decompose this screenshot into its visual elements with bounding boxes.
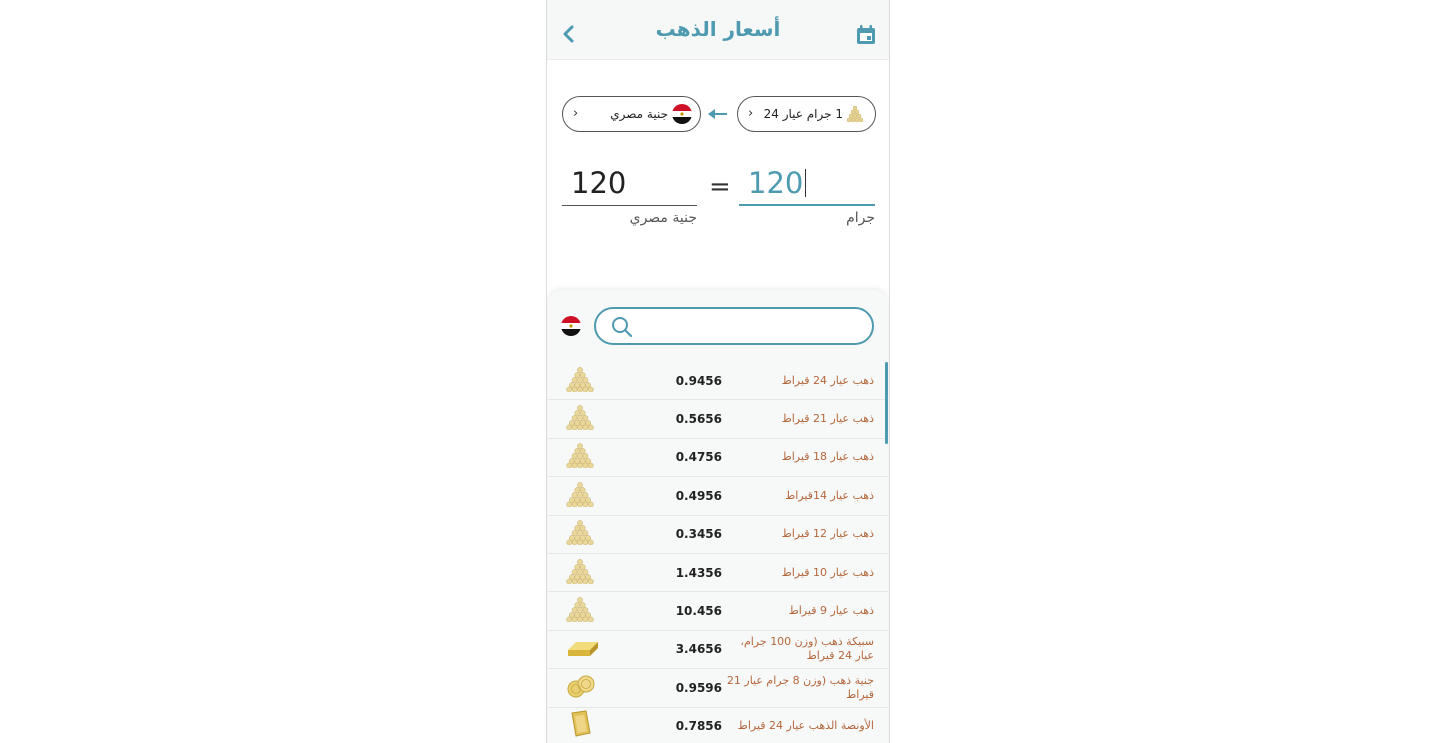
gold-pile-icon: [566, 442, 594, 472]
text-caret: [805, 169, 807, 197]
calendar-icon: [857, 25, 875, 44]
amount-input[interactable]: 120: [739, 166, 875, 206]
item-price: 0.5656: [675, 412, 722, 427]
list-item[interactable]: 0.5656 ذهب عيار 21 قيراط: [548, 400, 888, 439]
item-name: ذهب عيار 10 قيراط: [781, 565, 874, 579]
to-currency-selector[interactable]: › جنية مصري: [562, 96, 701, 132]
gold-pile-icon: [566, 481, 594, 511]
egypt-flag-icon[interactable]: [561, 316, 581, 340]
item-price: 0.7856: [675, 719, 722, 734]
gold-pile-icon: [566, 519, 594, 549]
arrow-left-icon: [708, 109, 727, 119]
chevron-left-icon: [563, 25, 574, 43]
converted-amount: 120: [562, 166, 697, 206]
app-screen: أسعار الذهب › 1 جرام عيار 24 › جنية مصري…: [546, 0, 890, 743]
gold-pile-icon: [566, 366, 594, 396]
gold-pile-icon: [566, 558, 594, 588]
item-price: 0.4756: [675, 450, 722, 465]
from-unit-label: 1 جرام عيار 24: [763, 107, 843, 121]
item-name: ذهب عيار 24 قيراط: [781, 373, 874, 387]
list-item[interactable]: 1.4356 ذهب عيار 10 قيراط: [548, 554, 888, 593]
item-price: 0.9596: [675, 680, 722, 695]
gold-pile-icon: [845, 104, 865, 128]
item-name: ذهب عيار 9 قيراط: [788, 604, 874, 618]
calendar-button[interactable]: [855, 24, 877, 46]
list-item[interactable]: 10.456 ذهب عيار 9 قيراط: [548, 592, 888, 631]
egypt-flag-icon: [672, 104, 692, 128]
item-price: 0.9456: [675, 373, 722, 388]
list-item[interactable]: 0.4956 ذهب عيار 14قيراط: [548, 477, 888, 516]
gold-pile-icon: [566, 404, 594, 434]
scrollbar[interactable]: [885, 362, 888, 444]
output-unit-label: جنية مصري: [629, 210, 697, 226]
gold-bar-icon: [566, 636, 600, 662]
item-name: سبيكة ذهب (وزن 100 جرام، عيار 24 قيراط: [740, 635, 874, 663]
gold-coins-icon: [566, 674, 596, 702]
list-item[interactable]: 0.9456 ذهب عيار 24 قيراط: [548, 362, 888, 401]
item-price: 0.3456: [675, 527, 722, 542]
chevron-right-icon: ›: [573, 106, 579, 121]
item-price: 1.4356: [675, 565, 722, 580]
item-name: ذهب عيار 12 قيراط: [781, 527, 874, 541]
item-price: 3.4656: [675, 642, 722, 657]
list-item[interactable]: 0.7856 الأونصة الذهب عيار 24 قيراط: [548, 708, 888, 743]
app-header: أسعار الذهب: [547, 0, 889, 60]
item-name: ذهب عيار 14قيراط: [785, 488, 874, 502]
prices-panel: 0.9456 ذهب عيار 24 قيراط 0.5656 ذهب عيار 21…: [548, 290, 888, 743]
list-item[interactable]: 0.4756 ذهب عيار 18 قيراط: [548, 439, 888, 478]
amount-input-value: 120: [748, 166, 804, 200]
from-unit-selector[interactable]: › 1 جرام عيار 24: [737, 96, 876, 132]
gold-pile-icon: [566, 596, 594, 626]
list-item[interactable]: 3.4656 سبيكة ذهب (وزن 100 جرام، عيار 24 ق…: [548, 631, 888, 670]
item-name: ذهب عيار 18 قيراط: [781, 450, 874, 464]
page-title: أسعار الذهب: [655, 17, 781, 41]
chevron-right-icon: ›: [748, 106, 754, 121]
search-input[interactable]: [594, 307, 874, 345]
gold-price-list: 0.9456 ذهب عيار 24 قيراط 0.5656 ذهب عيار 21…: [548, 362, 888, 743]
item-price: 10.456: [675, 604, 722, 619]
item-price: 0.4956: [675, 488, 722, 503]
to-currency-label: جنية مصري: [610, 107, 668, 121]
item-name: الأونصة الذهب عيار 24 قيراط: [737, 719, 874, 733]
item-name: جنية ذهب (وزن 8 جرام عيار 21 قيراط: [726, 673, 874, 701]
search-icon: [611, 316, 633, 342]
list-item[interactable]: 0.9596 جنية ذهب (وزن 8 جرام عيار 21 قيراط: [548, 669, 888, 708]
equals-sign: =: [709, 172, 731, 202]
input-unit-label: جرام: [846, 210, 875, 226]
list-item[interactable]: 0.3456 ذهب عيار 12 قيراط: [548, 516, 888, 554]
item-name: ذهب عيار 21 قيراط: [781, 412, 874, 426]
gold-ounce-icon: [566, 709, 594, 743]
back-button[interactable]: [557, 20, 579, 48]
